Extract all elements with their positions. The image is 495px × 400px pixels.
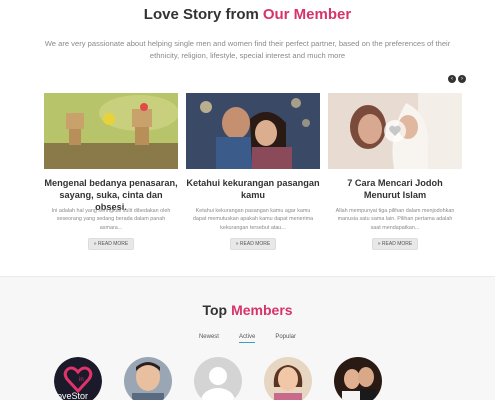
story-card: Mengenal bedanya penasaran, sayang, suka… [44,93,178,253]
tab-active[interactable]: Active [238,334,256,343]
story-cards: Mengenal bedanya penasaran, sayang, suka… [44,93,464,253]
story-excerpt: Allah mempunyai tiga pilihan dalam menjo… [335,208,455,231]
tab-newest[interactable]: Newest [199,334,219,343]
story-card: 7 Cara Mencari Jodoh Menurut Islam Allah… [328,93,462,253]
title-accent: Our Member [262,6,352,23]
members-title: Top Members [0,302,495,318]
story-excerpt: Ini adalah hal yang seringkali sulit dib… [51,208,171,231]
logo-text: oveStor [57,391,88,400]
members-tabs: Newest Active Popular [0,334,495,343]
prev-arrow-icon[interactable]: ‹ [448,75,456,83]
members-title-accent: Members [231,302,293,318]
read-more-button[interactable]: » READ MORE [372,238,418,250]
tab-popular[interactable]: Popular [275,334,296,343]
read-more-button[interactable]: » READ MORE [230,238,276,250]
story-excerpt: Ketahui kekurangan pasangan kamu agar ka… [192,208,314,231]
avatar[interactable] [194,357,242,400]
logo-in-text: in [79,377,84,383]
read-more-button[interactable]: » READ MORE [88,238,134,250]
title-main: Love Story from [143,6,259,23]
story-title[interactable]: 7 Cara Mencari Jodoh Menurut Islam [328,177,462,201]
members-title-main: Top [202,302,228,318]
story-card: Ketahui kekurangan pasangan kamu Ketahui… [186,93,320,253]
love-stories-section: Love Story from Our Member We are very pa… [0,0,495,276]
story-thumbnail[interactable] [44,93,178,169]
avatar[interactable] [334,357,382,400]
story-title[interactable]: Ketahui kekurangan pasangan kamu [186,177,320,201]
carousel-nav: ‹ › [448,75,466,83]
next-arrow-icon[interactable]: › [458,75,466,83]
avatar[interactable]: in oveStor [54,357,102,400]
avatar[interactable] [124,357,172,400]
member-avatars: in oveStor [0,357,495,400]
section-intro: We are very passionate about helping sin… [44,39,451,60]
story-thumbnail[interactable] [186,93,320,169]
avatar[interactable] [264,357,312,400]
story-thumbnail[interactable] [328,93,462,169]
top-members-section: Top Members Newest Active Popular in oveS… [0,276,495,400]
section-title: Love Story from Our Member [0,6,495,23]
